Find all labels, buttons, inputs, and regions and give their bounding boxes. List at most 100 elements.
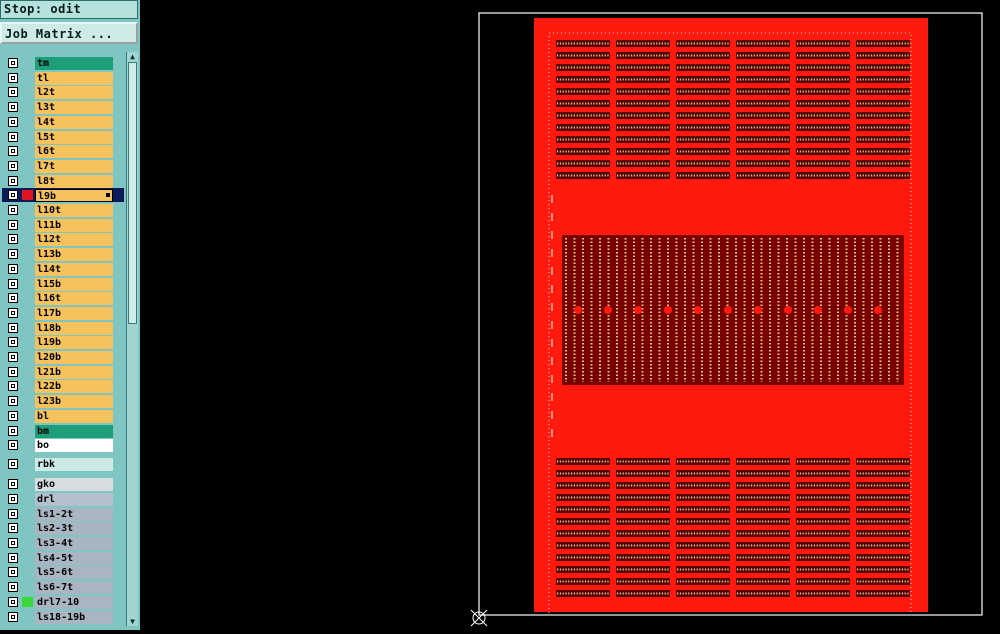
layer-row-l5t[interactable]: l5t: [2, 130, 124, 144]
layer-row-ls5-6t[interactable]: ls5-6t: [2, 565, 124, 580]
layer-checkbox[interactable]: [8, 263, 18, 274]
layer-name[interactable]: ls4-5t: [35, 551, 113, 565]
layer-row-l21b[interactable]: l21b: [2, 365, 124, 379]
layer-checkbox[interactable]: [8, 582, 18, 593]
layer-checkbox[interactable]: [8, 337, 18, 348]
layer-checkbox[interactable]: [8, 278, 18, 289]
layer-checkbox[interactable]: [8, 493, 18, 504]
layer-checkbox[interactable]: [8, 249, 18, 260]
layer-row-l8t[interactable]: l8t: [2, 174, 124, 188]
layer-name[interactable]: l19b: [35, 336, 113, 350]
layer-name[interactable]: l5t: [35, 130, 113, 144]
layer-checkbox[interactable]: [8, 523, 18, 534]
layer-row-ls4-5t[interactable]: ls4-5t: [2, 551, 124, 565]
layer-checkbox[interactable]: [8, 508, 18, 519]
layer-row-l6t[interactable]: l6t: [2, 144, 124, 159]
layer-checkbox[interactable]: [8, 425, 18, 436]
layer-name[interactable]: l22b: [35, 380, 113, 394]
layer-name[interactable]: l18b: [35, 321, 113, 335]
layer-checkbox[interactable]: [8, 352, 18, 362]
layer-row-l13b[interactable]: l13b: [2, 247, 124, 262]
job-matrix-button[interactable]: Job Matrix ...: [0, 22, 138, 44]
layer-name[interactable]: l16t: [35, 292, 113, 306]
layer-checkbox[interactable]: [8, 611, 18, 622]
layer-checkbox[interactable]: [8, 410, 18, 421]
layer-checkbox[interactable]: [8, 131, 18, 142]
layer-name[interactable]: ls5-6t: [35, 566, 113, 580]
layer-row-gko[interactable]: gko: [2, 477, 124, 492]
layer-checkbox[interactable]: [8, 459, 18, 470]
layer-checkbox[interactable]: [8, 87, 18, 98]
layer-name[interactable]: tl: [35, 71, 113, 85]
layer-checkbox[interactable]: [8, 234, 18, 245]
layer-row-l2t[interactable]: l2t: [2, 85, 124, 100]
layer-name[interactable]: l13b: [35, 248, 113, 262]
layer-row-l4t[interactable]: l4t: [2, 115, 124, 129]
layer-name[interactable]: ls18-19b: [35, 610, 113, 624]
layer-checkbox[interactable]: [8, 58, 18, 68]
layer-row-ls6-7t[interactable]: ls6-7t: [2, 580, 124, 595]
layer-checkbox[interactable]: [8, 146, 18, 157]
scroll-down-icon[interactable]: ▼: [128, 617, 137, 626]
layer-name[interactable]: l10t: [35, 204, 113, 217]
layer-row-l7t[interactable]: l7t: [2, 159, 124, 173]
layer-name[interactable]: bo: [35, 439, 113, 453]
layer-row-rbk[interactable]: rbk: [2, 457, 124, 472]
layer-name[interactable]: l7t: [35, 159, 113, 173]
layer-checkbox[interactable]: [8, 175, 18, 186]
layer-checkbox[interactable]: [8, 293, 18, 304]
layer-row-l19b[interactable]: l19b: [2, 335, 124, 350]
layer-checkbox[interactable]: [8, 538, 18, 548]
layer-row-l20b[interactable]: l20b: [2, 350, 124, 364]
layer-checkbox[interactable]: [8, 381, 18, 392]
layer-row-tm[interactable]: tm: [2, 56, 124, 70]
layer-row-l18b[interactable]: l18b: [2, 321, 124, 335]
layer-name[interactable]: l23b: [35, 395, 113, 409]
layer-row-l9b[interactable]: l9b: [2, 188, 124, 203]
layer-checkbox[interactable]: [8, 72, 18, 83]
layer-name[interactable]: ls6-7t: [35, 581, 113, 595]
layer-row-l15b[interactable]: l15b: [2, 277, 124, 291]
layer-row-drl[interactable]: drl: [2, 492, 124, 506]
layer-checkbox[interactable]: [8, 190, 18, 201]
scroll-up-icon[interactable]: ▲: [128, 52, 137, 61]
layer-name[interactable]: l2t: [35, 86, 113, 100]
layer-name[interactable]: bm: [35, 424, 113, 438]
layer-name[interactable]: l15b: [35, 277, 113, 291]
layer-checkbox[interactable]: [8, 440, 18, 451]
layer-checkbox[interactable]: [8, 160, 18, 171]
layer-name[interactable]: l9b: [35, 189, 113, 203]
layer-checkbox[interactable]: [8, 307, 18, 318]
layer-row-ls2-3t[interactable]: ls2-3t: [2, 521, 124, 536]
layer-checkbox[interactable]: [8, 102, 18, 113]
layer-name[interactable]: ls1-2t: [35, 507, 113, 521]
layer-name[interactable]: l8t: [35, 174, 113, 188]
layer-checkbox[interactable]: [8, 552, 18, 563]
layer-name[interactable]: gko: [35, 478, 113, 492]
pcb-view-canvas[interactable]: [142, 0, 1000, 630]
layer-checkbox[interactable]: [8, 116, 18, 127]
layer-row-l12t[interactable]: l12t: [2, 232, 124, 247]
layer-row-bl[interactable]: bl: [2, 409, 124, 423]
layer-checkbox[interactable]: [8, 366, 18, 377]
layer-name[interactable]: drl: [35, 492, 113, 506]
layer-row-tl[interactable]: tl: [2, 71, 124, 85]
layer-name[interactable]: l17b: [35, 306, 113, 320]
layer-checkbox[interactable]: [8, 205, 18, 215]
layer-name[interactable]: l12t: [35, 233, 113, 247]
layer-name[interactable]: bl: [35, 409, 113, 423]
layer-checkbox[interactable]: [8, 596, 18, 607]
layer-name[interactable]: l11b: [35, 218, 113, 232]
layer-checkbox[interactable]: [8, 396, 18, 407]
layer-row-l3t[interactable]: l3t: [2, 100, 124, 115]
scroll-thumb[interactable]: [128, 62, 137, 324]
layer-name[interactable]: ls2-3t: [35, 522, 113, 536]
layer-row-ls3-4t[interactable]: ls3-4t: [2, 536, 124, 550]
layer-name[interactable]: rbk: [35, 458, 113, 472]
layer-row-ls18-19b[interactable]: ls18-19b: [2, 610, 124, 624]
layer-row-drl7-10[interactable]: drl7-10: [2, 595, 124, 609]
layer-name[interactable]: ls3-4t: [35, 537, 113, 550]
layer-name[interactable]: drl7-10: [35, 595, 113, 609]
layer-name[interactable]: l6t: [35, 145, 113, 159]
layer-row-l14t[interactable]: l14t: [2, 262, 124, 276]
